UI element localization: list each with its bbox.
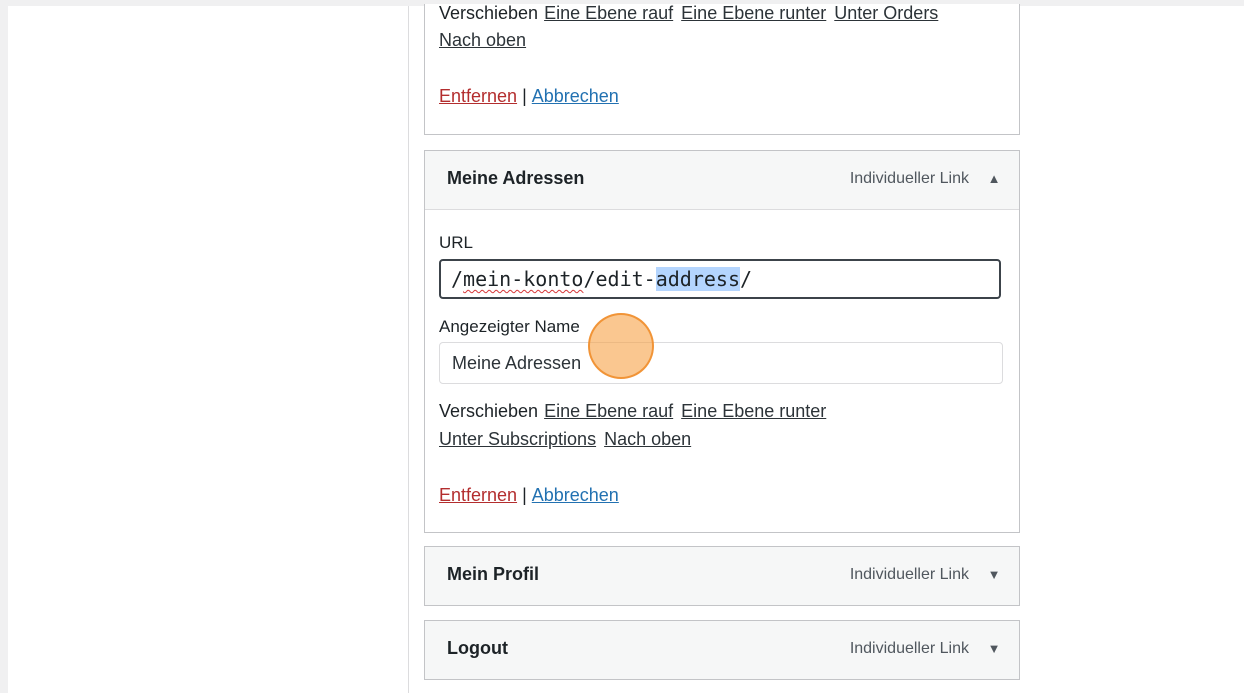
item-actions: Entfernen | Abbrechen bbox=[439, 83, 619, 109]
move-under-subscriptions-link[interactable]: Unter Subscriptions bbox=[439, 429, 596, 449]
previous-item-settings: Verschieben Eine Ebene rauf Eine Ebene run… bbox=[424, 3, 1020, 135]
menu-item-type: Individueller Link bbox=[849, 566, 969, 583]
click-indicator bbox=[588, 313, 654, 379]
menu-item-handle[interactable]: Meine Adressen Individueller Link ▲ bbox=[425, 151, 1019, 210]
separator: | bbox=[522, 485, 527, 505]
url-input[interactable]: /mein-konto/edit-address/ bbox=[439, 259, 1001, 299]
move-down-link[interactable]: Eine Ebene runter bbox=[681, 3, 826, 23]
url-part-selected: address bbox=[655, 267, 741, 291]
separator: | bbox=[522, 86, 527, 106]
left-column bbox=[8, 6, 409, 693]
url-part-misspelled: mein-konto bbox=[463, 267, 584, 291]
move-row-2: Unter Subscriptions Nach oben bbox=[439, 426, 699, 452]
menu-item-title: Mein Profil bbox=[447, 564, 540, 584]
move-label: Verschieben bbox=[439, 401, 539, 421]
menu-item-logout: Logout Individueller Link ▼ bbox=[424, 620, 1020, 680]
move-row-2: Nach oben bbox=[439, 27, 534, 53]
menu-item-meine-adressen: Meine Adressen Individueller Link ▲ URL … bbox=[424, 150, 1020, 533]
url-label: URL bbox=[439, 233, 474, 252]
remove-link[interactable]: Entfernen bbox=[439, 86, 517, 106]
cancel-link[interactable]: Abbrechen bbox=[532, 485, 619, 505]
menu-item-type: Individueller Link bbox=[849, 170, 969, 187]
menu-item-type: Individueller Link bbox=[849, 640, 969, 657]
move-row: Verschieben Eine Ebene rauf Eine Ebene run… bbox=[439, 0, 946, 26]
url-part: / bbox=[740, 267, 753, 291]
move-down-link[interactable]: Eine Ebene runter bbox=[681, 401, 826, 421]
url-part: / bbox=[451, 267, 464, 291]
cancel-link[interactable]: Abbrechen bbox=[532, 86, 619, 106]
move-to-top-link[interactable]: Nach oben bbox=[439, 30, 526, 50]
remove-link[interactable]: Entfernen bbox=[439, 485, 517, 505]
move-up-link[interactable]: Eine Ebene rauf bbox=[544, 3, 673, 23]
move-up-link[interactable]: Eine Ebene rauf bbox=[544, 401, 673, 421]
navigation-label-input[interactable]: Meine Adressen bbox=[439, 342, 1003, 384]
expand-arrow-icon[interactable]: ▼ bbox=[985, 639, 1003, 659]
collapse-arrow-icon[interactable]: ▲ bbox=[985, 169, 1003, 189]
menu-item-mein-profil: Mein Profil Individueller Link ▼ bbox=[424, 546, 1020, 606]
move-to-top-link[interactable]: Nach oben bbox=[604, 429, 691, 449]
menu-item-handle[interactable]: Logout Individueller Link ▼ bbox=[425, 621, 1019, 679]
move-label: Verschieben bbox=[439, 3, 539, 23]
item-actions: Entfernen | Abbrechen bbox=[439, 482, 619, 508]
expand-arrow-icon[interactable]: ▼ bbox=[985, 565, 1003, 585]
move-under-orders-link[interactable]: Unter Orders bbox=[834, 3, 938, 23]
navigation-label-label: Angezeigter Name bbox=[439, 317, 580, 336]
menu-item-title: Meine Adressen bbox=[447, 168, 585, 188]
menu-item-handle[interactable]: Mein Profil Individueller Link ▼ bbox=[425, 547, 1019, 605]
move-row: Verschieben Eine Ebene rauf Eine Ebene run… bbox=[439, 398, 834, 424]
url-part: /edit- bbox=[583, 267, 656, 291]
menu-item-title: Logout bbox=[447, 638, 508, 658]
